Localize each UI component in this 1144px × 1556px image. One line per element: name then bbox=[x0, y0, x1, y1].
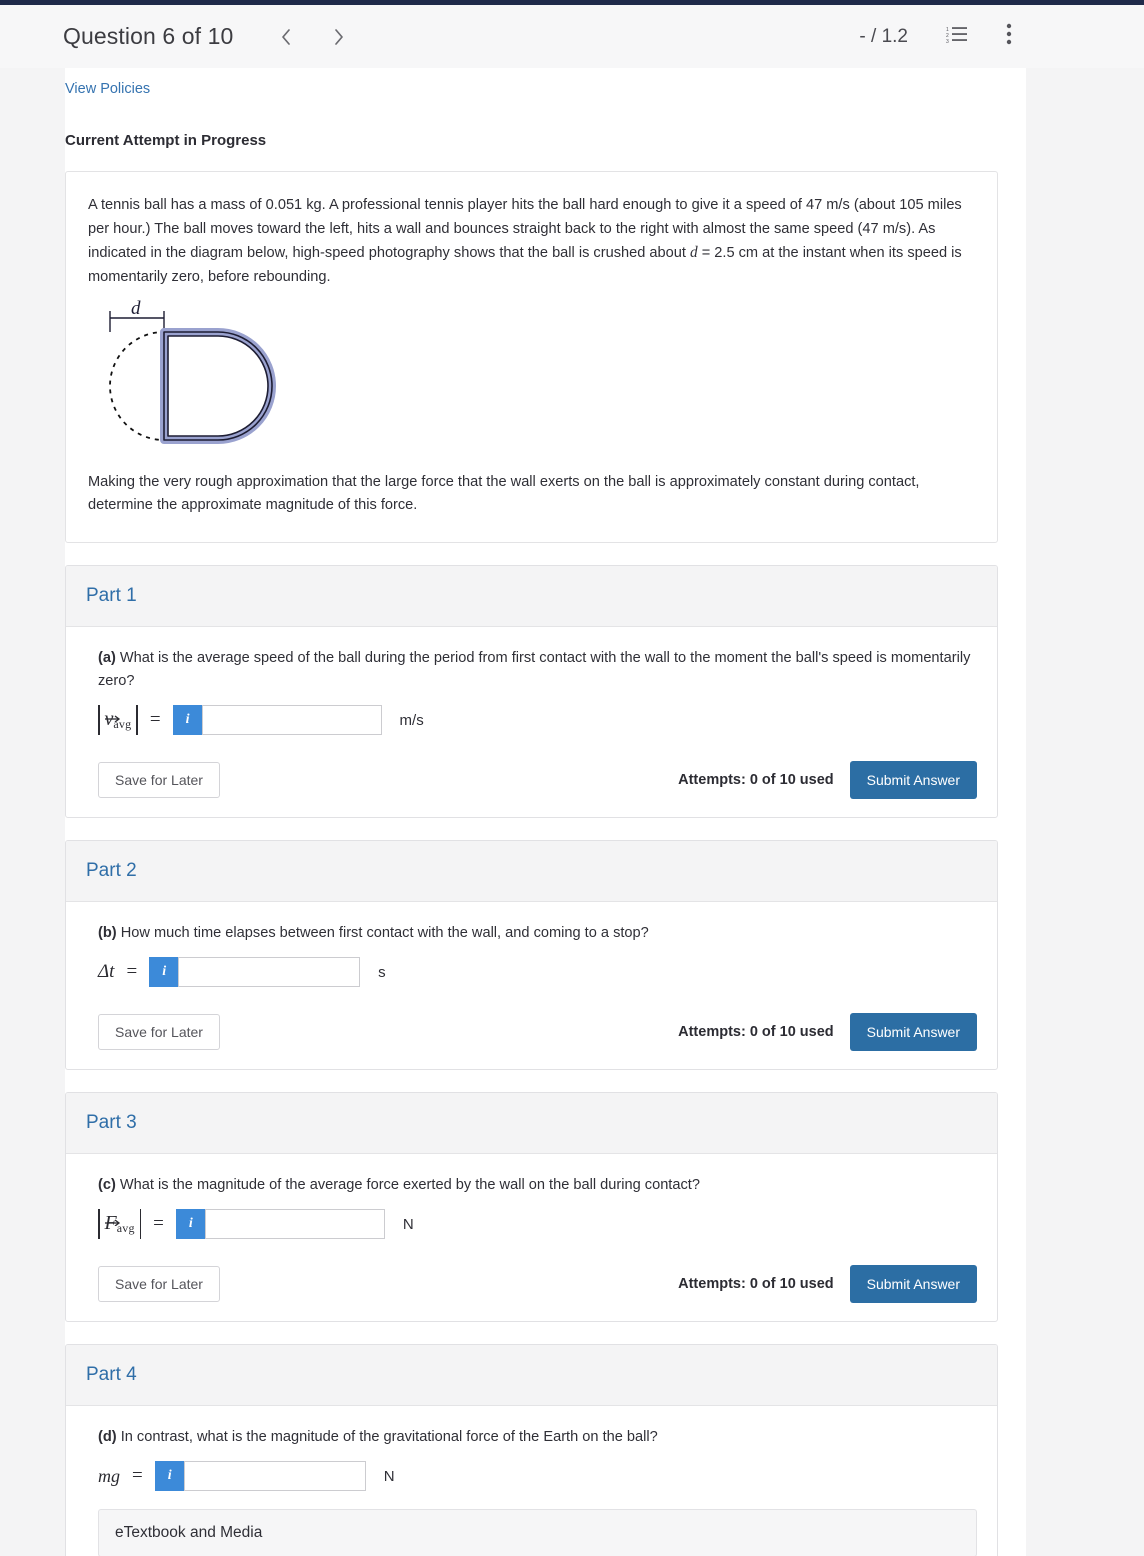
numbered-list-icon: 1 2 3 bbox=[946, 25, 968, 48]
part-prompt-text-4: In contrast, what is the magnitude of th… bbox=[116, 1429, 658, 1446]
part-actions-3: Save for Later Attempts: 0 of 10 used Su… bbox=[98, 1265, 977, 1304]
answer-row-1: vavg = i m/s bbox=[98, 705, 977, 736]
part-title-4: Part 4 bbox=[66, 1345, 997, 1407]
content-panel: View Policies Current Attempt in Progres… bbox=[65, 68, 1026, 1556]
equals-sign-3: = bbox=[153, 1213, 164, 1235]
info-icon-button-4[interactable]: i bbox=[154, 1461, 184, 1492]
quiz-page: Question 6 of 10 - / 1.2 1 2 3 View Poli… bbox=[0, 0, 1144, 1556]
vector-arrow-icon bbox=[104, 1210, 121, 1227]
question-statement-2: Making the very rough approximation that… bbox=[88, 473, 920, 514]
variable-label-3: Favg = bbox=[98, 1209, 176, 1240]
variable-label-4: mg = bbox=[98, 1465, 155, 1487]
question-card: A tennis ball has a mass of 0.051 kg. A … bbox=[65, 171, 998, 543]
part-prompt-tag-2: (b) bbox=[98, 925, 117, 942]
answer-row-4: mg = i N bbox=[98, 1461, 977, 1492]
part-actions-2: Save for Later Attempts: 0 of 10 used Su… bbox=[98, 1013, 977, 1052]
answer-input-2[interactable] bbox=[178, 957, 361, 988]
submit-answer-button-2[interactable]: Submit Answer bbox=[849, 1013, 977, 1052]
equals-sign-4: = bbox=[132, 1465, 143, 1487]
submit-answer-button-3[interactable]: Submit Answer bbox=[849, 1265, 977, 1304]
etextbook-and-media-button[interactable]: eTextbook and Media bbox=[98, 1509, 977, 1556]
info-icon-button-1[interactable]: i bbox=[172, 705, 202, 736]
info-icon-button-2[interactable]: i bbox=[149, 957, 179, 988]
variable-symbol-4: mg bbox=[98, 1465, 120, 1486]
score-display: - / 1.2 bbox=[859, 25, 908, 47]
answer-input-group-2: i bbox=[149, 957, 361, 988]
part-title-2: Part 2 bbox=[66, 841, 997, 903]
question-variable-d: d bbox=[689, 244, 698, 262]
header-right-group: - / 1.2 1 2 3 bbox=[859, 22, 1024, 52]
answer-unit-4: N bbox=[383, 1467, 395, 1485]
answer-input-1[interactable] bbox=[201, 705, 382, 736]
equals-sign-1: = bbox=[149, 709, 161, 731]
part-card-1: Part 1 (a) What is the average speed of … bbox=[65, 564, 998, 819]
attempts-counter-1: Attempts: 0 of 10 used bbox=[678, 772, 834, 789]
answer-row-3: Favg = i N bbox=[98, 1209, 977, 1240]
answer-unit-2: s bbox=[378, 963, 386, 981]
equals-sign-2: = bbox=[126, 961, 138, 983]
answer-input-4[interactable] bbox=[183, 1461, 366, 1492]
question-header: Question 6 of 10 - / 1.2 1 2 3 bbox=[0, 5, 1144, 68]
next-question-button[interactable] bbox=[321, 20, 355, 54]
part-title-1: Part 1 bbox=[66, 565, 997, 627]
answer-input-group-1: i bbox=[172, 705, 382, 736]
part-prompt-tag-3: (c) bbox=[98, 1177, 116, 1194]
variable-symbol-2: Δt bbox=[98, 961, 115, 983]
attempts-counter-3: Attempts: 0 of 10 used bbox=[678, 1276, 834, 1293]
attempts-counter-2: Attempts: 0 of 10 used bbox=[678, 1024, 834, 1041]
answer-input-group-3: i bbox=[175, 1209, 385, 1240]
chevron-right-icon bbox=[332, 27, 345, 47]
vertical-dots-icon bbox=[1006, 23, 1012, 50]
diagram-label-d: d bbox=[131, 300, 141, 319]
vector-arrow-icon bbox=[104, 706, 121, 723]
previous-question-button[interactable] bbox=[269, 20, 303, 54]
part-prompt-text-3: What is the magnitude of the average for… bbox=[115, 1177, 700, 1194]
part-prompt-text-2: How much time elapses between first cont… bbox=[116, 925, 649, 942]
svg-text:3: 3 bbox=[946, 39, 949, 43]
part-card-3: Part 3 (c) What is the magnitude of the … bbox=[65, 1092, 998, 1323]
answer-unit-3: N bbox=[402, 1215, 414, 1233]
page-title: Question 6 of 10 bbox=[63, 23, 234, 49]
part-card-2: Part 2 (b) How much time elapses between… bbox=[65, 840, 998, 1071]
part-card-4: Part 4 (d) In contrast, what is the magn… bbox=[65, 1344, 998, 1556]
part-prompt-3: (c) What is the magnitude of the average… bbox=[98, 1174, 977, 1197]
view-policies-link[interactable]: View Policies bbox=[65, 68, 150, 97]
part-prompt-tag-4: (d) bbox=[98, 1429, 117, 1446]
answer-input-group-4: i bbox=[154, 1461, 366, 1492]
save-for-later-button-1[interactable]: Save for Later bbox=[98, 762, 220, 799]
answer-row-2: Δt = i s bbox=[98, 957, 977, 988]
info-icon-button-3[interactable]: i bbox=[175, 1209, 205, 1240]
question-list-button[interactable]: 1 2 3 bbox=[942, 22, 972, 52]
part-prompt-4: (d) In contrast, what is the magnitude o… bbox=[98, 1426, 977, 1449]
answer-unit-1: m/s bbox=[399, 711, 424, 729]
crushed-ball-diagram: d bbox=[98, 298, 975, 455]
part-actions-1: Save for Later Attempts: 0 of 10 used Su… bbox=[98, 761, 977, 800]
more-options-button[interactable] bbox=[994, 22, 1024, 52]
part-prompt-text-1: What is the average speed of the ball du… bbox=[98, 649, 971, 690]
variable-label-2: Δt = bbox=[98, 961, 149, 983]
part-prompt-2: (b) How much time elapses between first … bbox=[98, 922, 977, 945]
question-statement: A tennis ball has a mass of 0.051 kg. A … bbox=[88, 194, 975, 290]
attempt-status: Current Attempt in Progress bbox=[65, 132, 267, 149]
submit-answer-button-1[interactable]: Submit Answer bbox=[849, 761, 977, 800]
save-for-later-button-3[interactable]: Save for Later bbox=[98, 1266, 220, 1303]
save-for-later-button-2[interactable]: Save for Later bbox=[98, 1014, 220, 1051]
variable-label-1: vavg = bbox=[98, 705, 173, 736]
chevron-left-icon bbox=[280, 27, 293, 47]
part-prompt-1: (a) What is the average speed of the bal… bbox=[98, 647, 977, 693]
part-prompt-tag-1: (a) bbox=[98, 649, 116, 666]
part-title-3: Part 3 bbox=[66, 1093, 997, 1155]
answer-input-3[interactable] bbox=[204, 1209, 385, 1240]
